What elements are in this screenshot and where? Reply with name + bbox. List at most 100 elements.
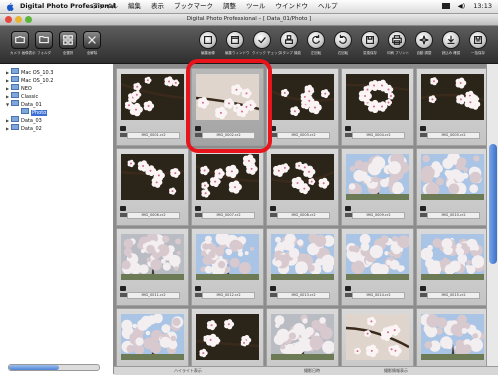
- thumbnail-filename: IMG_0013.cr2: [277, 292, 330, 299]
- menu-item[interactable]: ウインドウ: [276, 2, 309, 10]
- thumbnail-cell[interactable]: IMG_0009.cr2: [341, 148, 414, 226]
- photo-thumbnail[interactable]: [121, 314, 184, 360]
- camera-icon: [195, 206, 201, 211]
- thumbnail-filename: IMG_0014.cr2: [352, 292, 405, 299]
- photo-thumbnail[interactable]: [421, 314, 484, 360]
- thumbnail-cell[interactable]: IMG_0019.cr2: [341, 308, 414, 366]
- select-all-button[interactable]: 全選択: [58, 31, 78, 55]
- photo-thumbnail[interactable]: [121, 74, 184, 120]
- raw-badge-icon: [120, 213, 127, 217]
- import-icon: [442, 31, 460, 49]
- folder-tree-item[interactable]: ▶ Classic: [6, 92, 38, 100]
- edit-image-button[interactable]: 編集画像: [198, 31, 218, 55]
- thumbnail-cell[interactable]: IMG_0018.cr2: [266, 308, 339, 366]
- toolbar-button-label: 自動 調整: [416, 51, 432, 55]
- thumbnail-cell[interactable]: IMG_0007.cr2: [191, 148, 264, 226]
- folder-button[interactable]: フォルダ: [34, 31, 54, 55]
- photo-thumbnail[interactable]: [271, 154, 334, 200]
- photo-thumbnail[interactable]: [121, 234, 184, 280]
- battery-icon[interactable]: [441, 3, 450, 9]
- camera-icon: [420, 126, 426, 131]
- thumbnail-cell[interactable]: IMG_0016.cr2: [116, 308, 189, 366]
- photo-thumbnail[interactable]: [196, 314, 259, 360]
- thumbnail-cell[interactable]: IMG_0014.cr2: [341, 228, 414, 306]
- thumbnail-filename: IMG_0005.cr2: [427, 132, 480, 139]
- folder-tree-item[interactable]: ▶ Data_02: [6, 124, 42, 132]
- photo-thumbnail[interactable]: [271, 234, 334, 280]
- folder-tree-item[interactable]: ▶ Mac OS_10.2: [6, 76, 53, 84]
- toolbar-button-label: クイック チェック: [252, 51, 282, 55]
- scrollbar-thumb[interactable]: [489, 144, 497, 264]
- deselect-button[interactable]: 全解除: [82, 31, 102, 55]
- sidebar-horizontal-scrollbar[interactable]: [8, 364, 100, 371]
- toolbar-button-label: 変換保存: [363, 51, 377, 55]
- photo-thumbnail[interactable]: [346, 234, 409, 280]
- rotate-left-icon: [307, 31, 325, 49]
- photo-thumbnail[interactable]: [346, 74, 409, 120]
- menu-item[interactable]: ヘルプ: [318, 2, 338, 10]
- toolbar-button-label: 読込み 確認: [441, 51, 461, 55]
- thumbnail-cell[interactable]: IMG_0013.cr2: [266, 228, 339, 306]
- thumbnail-cell[interactable]: IMG_0008.cr2: [266, 148, 339, 226]
- menu-item[interactable]: 表示: [151, 2, 164, 10]
- menu-item[interactable]: ブックマーク: [174, 2, 213, 10]
- menu-item[interactable]: 調整: [223, 2, 236, 10]
- photo-thumbnail[interactable]: [271, 314, 334, 360]
- import-button[interactable]: 読込み 確認: [441, 31, 461, 55]
- thumbnail-cell[interactable]: IMG_0005.cr2: [416, 68, 486, 146]
- scrollbar-thumb[interactable]: [9, 365, 59, 370]
- close-window-button[interactable]: [5, 16, 12, 23]
- thumbnail-cell[interactable]: IMG_0015.cr2: [416, 228, 486, 306]
- minimize-window-button[interactable]: [15, 16, 22, 23]
- auto-adjust-button[interactable]: 自動 調整: [414, 31, 434, 55]
- menu-item[interactable]: 編集: [128, 2, 141, 10]
- photo-thumbnail[interactable]: [421, 154, 484, 200]
- volume-icon[interactable]: ◀): [458, 2, 466, 10]
- batch-save-button[interactable]: 一括保存: [468, 31, 488, 55]
- thumbnail-cell[interactable]: IMG_0003.cr2: [266, 68, 339, 146]
- camera-button[interactable]: カメラ 画像表示: [10, 31, 36, 55]
- quick-check-button[interactable]: クイック チェック: [252, 31, 282, 55]
- folder-tree-item[interactable]: ▶ Data_03: [6, 116, 42, 124]
- folder-tree-item[interactable]: ▼ Data_01: [6, 100, 42, 108]
- rotate-right-button[interactable]: 右回転: [333, 31, 353, 55]
- thumbnail-cell[interactable]: IMG_0004.cr2: [341, 68, 414, 146]
- menu-item[interactable]: ツール: [246, 2, 266, 10]
- photo-thumbnail[interactable]: [271, 74, 334, 120]
- camera-icon: [11, 31, 29, 49]
- photo-thumbnail[interactable]: [196, 234, 259, 280]
- zoom-window-button[interactable]: [25, 16, 32, 23]
- grid-vertical-scrollbar[interactable]: [486, 64, 498, 366]
- photo-thumbnail[interactable]: [346, 314, 409, 360]
- folder-tree-item[interactable]: Photo: [16, 108, 48, 116]
- thumbnail-cell[interactable]: IMG_0020.cr2: [416, 308, 486, 366]
- thumbnail-cell[interactable]: IMG_0012.cr2: [191, 228, 264, 306]
- stamp-button[interactable]: スタンプ 機能: [279, 31, 301, 55]
- photo-thumbnail[interactable]: [196, 154, 259, 200]
- thumbnail-cell[interactable]: IMG_0011.cr2: [116, 228, 189, 306]
- folder-icon: [11, 100, 19, 106]
- convert-save-button[interactable]: 変換保存: [360, 31, 380, 55]
- photo-thumbnail[interactable]: [421, 234, 484, 280]
- thumbnail-cell[interactable]: IMG_0017.cr2: [191, 308, 264, 366]
- thumbnail-cell[interactable]: IMG_0010.cr2: [416, 148, 486, 226]
- photo-thumbnail[interactable]: [421, 74, 484, 120]
- thumbnail-cell[interactable]: IMG_0001.cr2: [116, 68, 189, 146]
- print-button[interactable]: 印刷 プリント: [387, 31, 409, 55]
- rotate-left-button[interactable]: 左回転: [306, 31, 326, 55]
- photo-thumbnail[interactable]: [346, 154, 409, 200]
- edit-window-button[interactable]: 編集ウィンドウ: [225, 31, 250, 55]
- menu-extras: ◀) 13:13: [436, 0, 492, 13]
- camera-icon: [120, 206, 126, 211]
- clock[interactable]: 13:13: [473, 2, 492, 10]
- camera-icon: [420, 286, 426, 291]
- menu-item[interactable]: ファイル: [92, 2, 118, 10]
- photo-thumbnail[interactable]: [121, 154, 184, 200]
- toolbar-button-label: カメラ 画像表示: [10, 51, 36, 55]
- thumbnail-cell[interactable]: IMG_0006.cr2: [116, 148, 189, 226]
- apple-icon[interactable]: [6, 2, 14, 11]
- folder-tree-item[interactable]: ▶ Mac OS_10.3: [6, 68, 53, 76]
- thumbnail-filename: IMG_0004.cr2: [352, 132, 405, 139]
- toolbar-button-label: 全解除: [86, 51, 98, 55]
- folder-tree-item[interactable]: ▶ NEO: [6, 84, 32, 92]
